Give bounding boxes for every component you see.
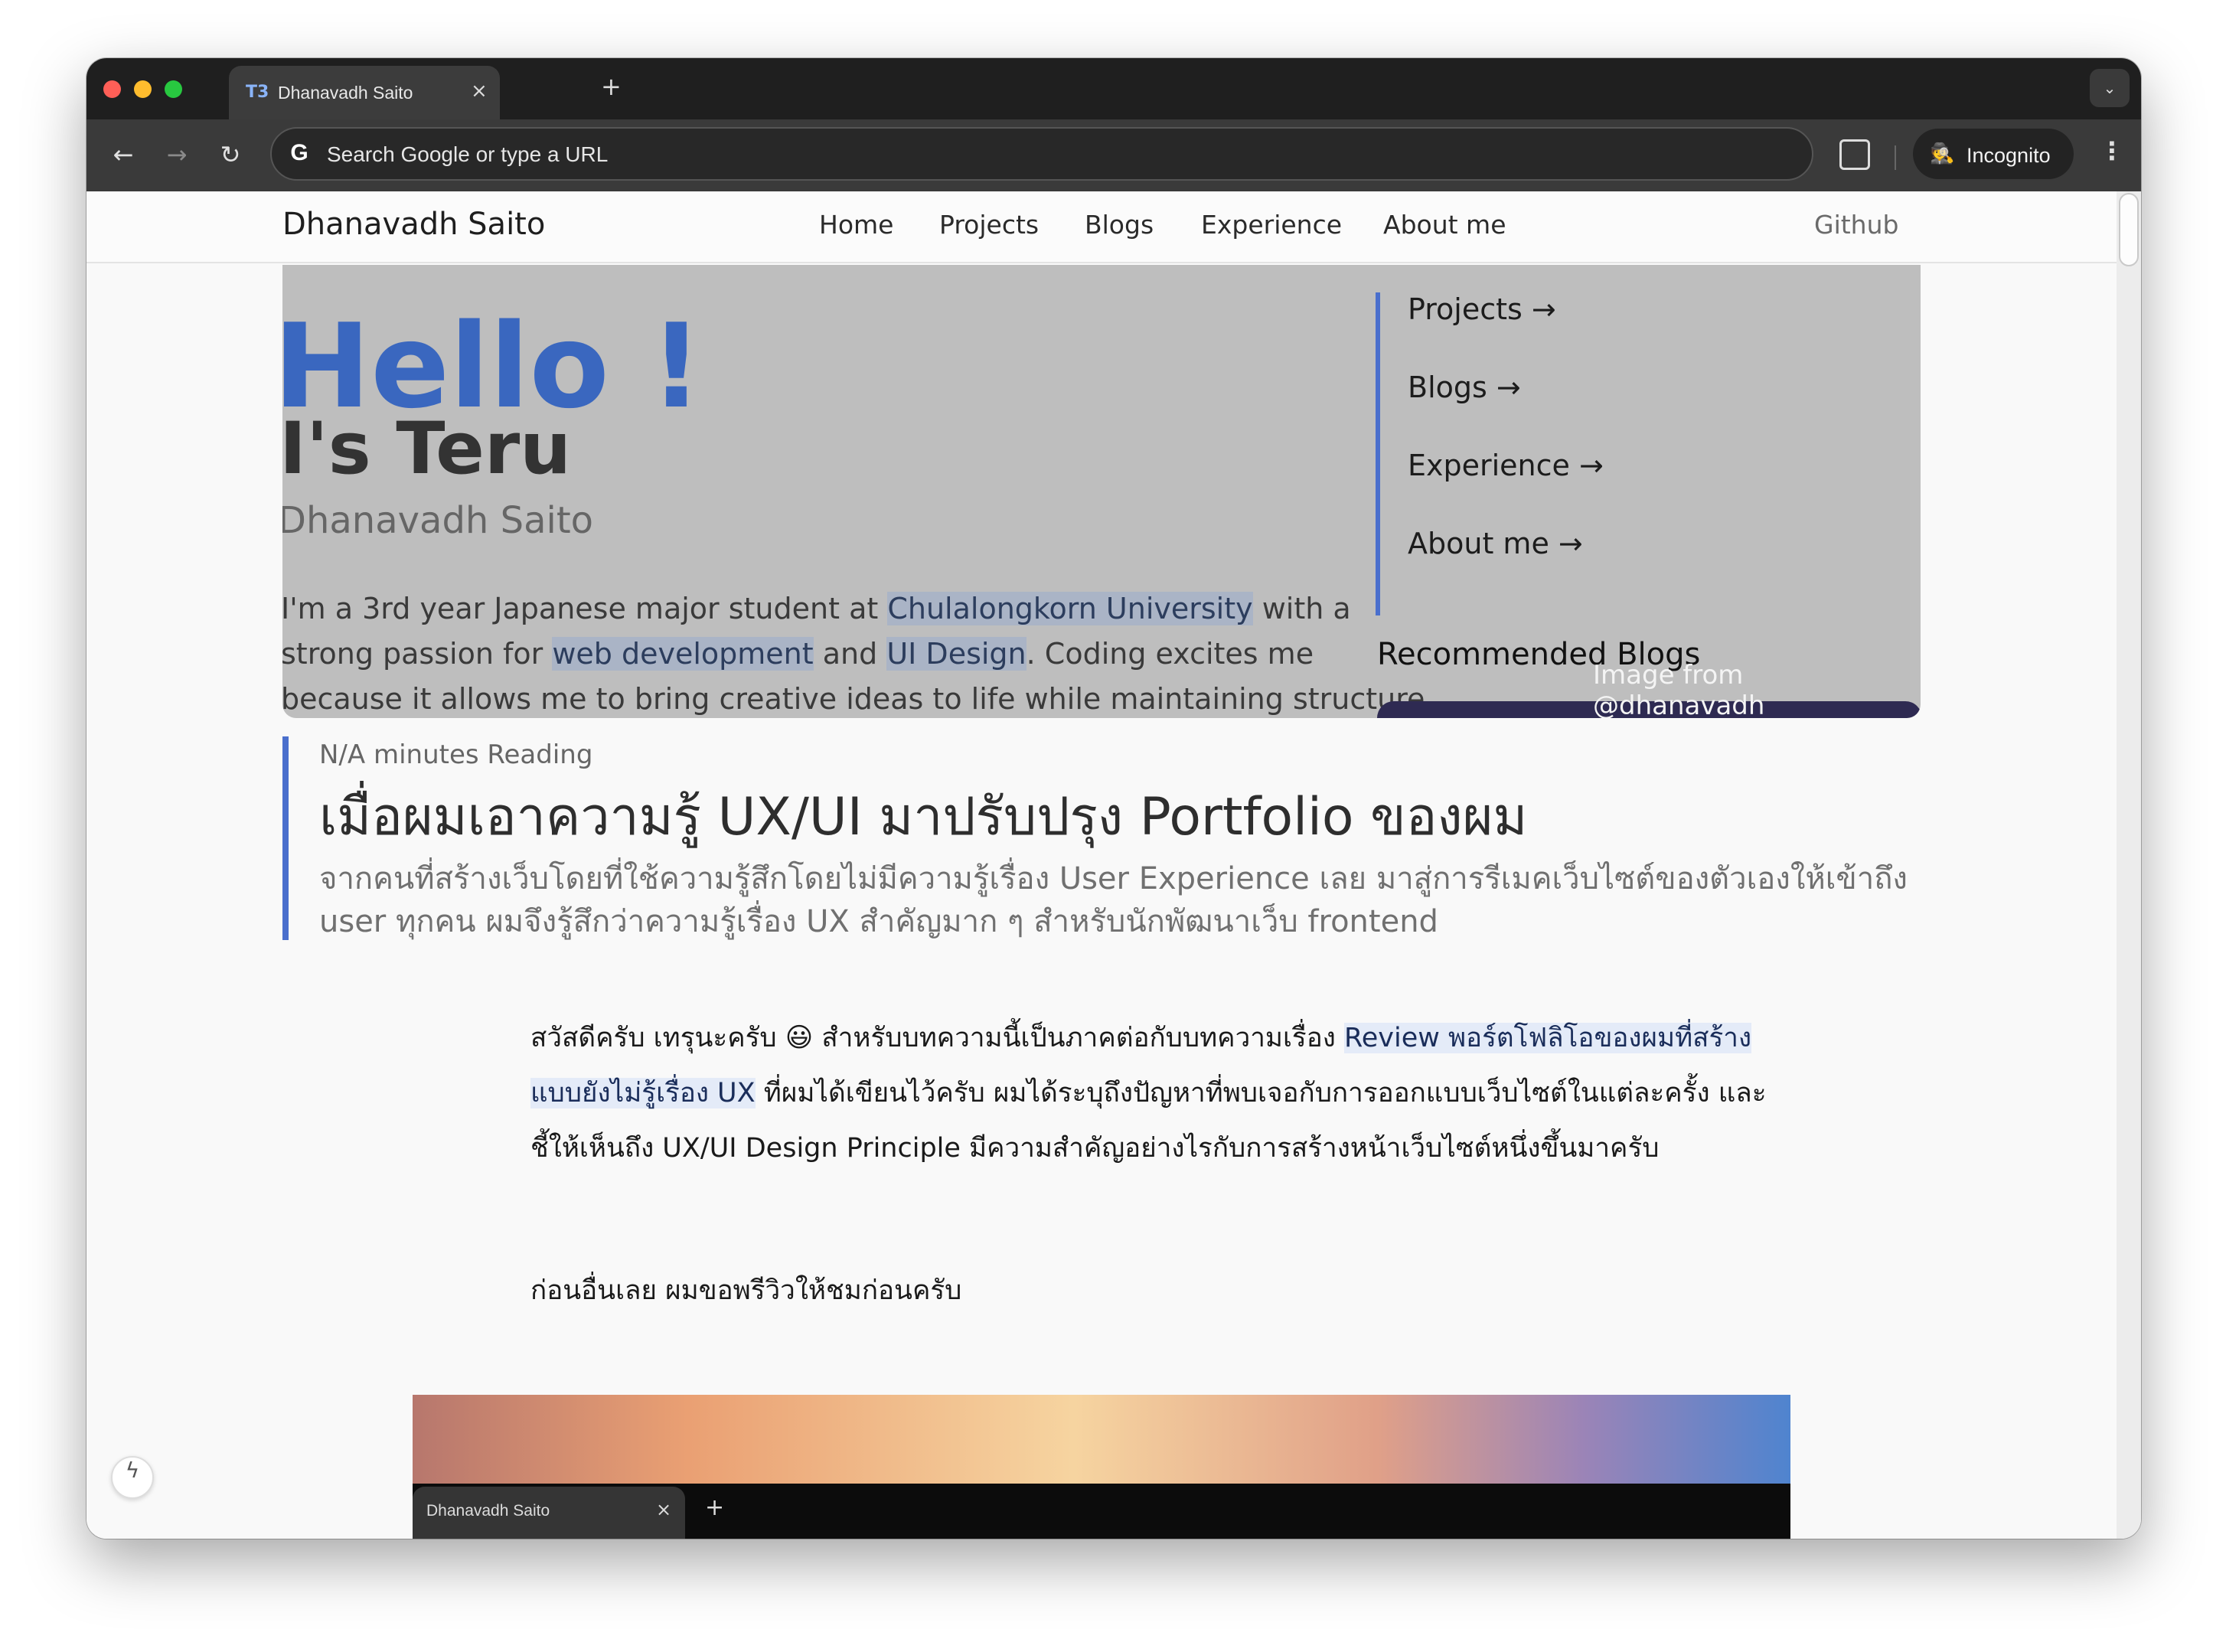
incognito-badge[interactable]: 🕵 Incognito [1913, 129, 2074, 179]
hero-side-rule [1376, 292, 1380, 615]
intro-line-1: I'm a 3rd year Japanese major student at… [282, 586, 1351, 632]
article-title: เมื่อผมเอาความรู้ UX/UI มาปรับปรุง Portf… [319, 787, 1528, 847]
intro-line-2: strong passion for web development and U… [282, 632, 1314, 677]
site-brand[interactable]: Dhanavadh Saito [282, 207, 545, 242]
toolbar-divider [1895, 145, 1896, 170]
hero-name: Dhanavadh Saito [282, 499, 594, 542]
nav-projects[interactable]: Projects [939, 210, 1039, 240]
hero-link-blogs: Blogs → [1408, 371, 1521, 404]
extensions-icon[interactable] [1839, 139, 1870, 170]
tab-strip: T3 Dhanavadh Saito × + ⌄ [86, 58, 2141, 119]
minimize-window-button[interactable] [134, 80, 152, 98]
lightning-icon[interactable]: ϟ [111, 1456, 154, 1499]
new-tab-button[interactable]: + [601, 72, 622, 101]
incognito-icon: 🕵 [1930, 142, 1955, 165]
intro-highlight: UI Design [886, 637, 1027, 671]
article-paragraph-2: ก่อนอื่นเลย ผมขอพรีวิวให้ชมก่อนครับ [530, 1275, 962, 1306]
site-favicon-icon: T3 [246, 83, 269, 102]
github-link[interactable]: Github [1814, 210, 1898, 240]
intro-text: strong passion for [282, 637, 553, 671]
article-paragraph-1: สวัสดีครับ เทรุนะครับ 😃 สำหรับบทความนี้เ… [530, 1010, 1771, 1176]
google-icon: G [290, 140, 308, 165]
reload-icon[interactable]: ↻ [214, 138, 247, 171]
hero-link-experience: Experience → [1408, 449, 1604, 482]
close-window-button[interactable] [103, 80, 121, 98]
image-credit: Image from @dhanavadh [1593, 660, 1765, 718]
screenshot-tab: Dhanavadh Saito × [413, 1487, 685, 1539]
intro-text: . Coding excites me [1026, 637, 1314, 671]
hero-link-about: About me → [1408, 527, 1583, 560]
intro-highlight: web development [552, 637, 814, 671]
tab-close-icon[interactable]: × [471, 80, 488, 103]
intro-text: and [813, 637, 887, 671]
scrollbar-thumb[interactable] [2119, 193, 2139, 266]
nav-experience[interactable]: Experience [1201, 210, 1342, 240]
paragraph-text: สวัสดีครับ เทรุนะครับ 😃 สำหรับบทความนี้เ… [530, 1023, 1344, 1053]
hero-intro: I'm a 3rd year Japanese major student at… [282, 586, 1425, 718]
forward-icon[interactable]: → [160, 138, 194, 171]
incognito-label: Incognito [1967, 144, 2051, 167]
hero-link-projects: Projects → [1408, 292, 1556, 326]
browser-window: T3 Dhanavadh Saito × + ⌄ ← → ↻ G Search … [86, 58, 2141, 1539]
screenshot-plus-icon: + [705, 1494, 725, 1521]
tab-search-button[interactable]: ⌄ [2090, 69, 2130, 107]
hero-teru: I's Teru [282, 407, 572, 491]
intro-line-3: because it allows me to bring creative i… [282, 682, 1425, 716]
screenshot-close-icon: × [656, 1499, 672, 1520]
intro-highlight: Chulalongkorn University [887, 592, 1253, 625]
zoom-window-button[interactable] [165, 80, 182, 98]
browser-menu-icon[interactable]: ⋮ [2100, 136, 2124, 165]
intro-text: with a [1252, 592, 1351, 625]
site-header: Dhanavadh Saito Home Projects Blogs Expe… [86, 191, 2117, 263]
reading-time: N/A minutes Reading [319, 739, 593, 770]
address-bar[interactable]: G Search Google or type a URL [270, 127, 1813, 181]
portfolio-preview-screenshot: Dhanavadh Saito × + [413, 1395, 1790, 1539]
nav-blogs[interactable]: Blogs [1085, 210, 1154, 240]
address-bar-placeholder: Search Google or type a URL [327, 142, 609, 166]
article-subtitle: จากคนที่สร้างเว็บโดยที่ใช้ความรู้สึกโดยไ… [319, 861, 1908, 939]
back-icon[interactable]: ← [106, 138, 140, 171]
scrollbar-track[interactable] [2117, 191, 2141, 1539]
page-viewport: Dhanavadh Saito Home Projects Blogs Expe… [86, 191, 2141, 1539]
nav-home[interactable]: Home [819, 210, 893, 240]
browser-toolbar: ← → ↻ G Search Google or type a URL 🕵 In… [86, 119, 2141, 191]
screenshot-tab-title: Dhanavadh Saito [426, 1502, 550, 1520]
article-header: N/A minutes Reading เมื่อผมเอาความรู้ UX… [282, 736, 1921, 940]
browser-tab[interactable]: T3 Dhanavadh Saito × [229, 66, 500, 119]
tab-title: Dhanavadh Saito [278, 83, 413, 103]
nav-about-me[interactable]: About me [1383, 210, 1506, 240]
intro-text: I'm a 3rd year Japanese major student at [282, 592, 888, 625]
hero-preview-image: Hello ! I's Teru Dhanavadh Saito I'm a 3… [282, 265, 1921, 718]
